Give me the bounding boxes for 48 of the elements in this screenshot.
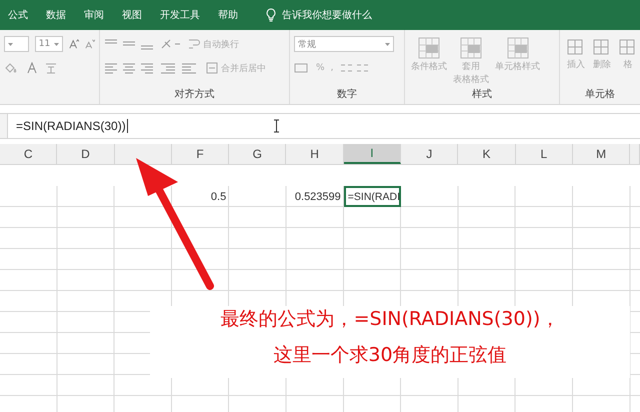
column-header[interactable]: F (172, 144, 230, 164)
group-label: 样式 (471, 88, 493, 101)
number-format-dropdown[interactable]: 常规 (294, 36, 394, 52)
font-size-dropdown[interactable]: 11 (34, 36, 63, 52)
table-style-icon (459, 36, 483, 60)
column-header[interactable]: D (57, 144, 115, 164)
ribbon-tab[interactable]: 审阅 (78, 3, 116, 27)
phonetic-icon[interactable] (44, 62, 58, 74)
text-cursor-icon (273, 119, 280, 133)
annotation-text: 这里一个求30角度的正弦值 (272, 343, 508, 368)
caret-icon (385, 42, 390, 46)
column-header[interactable]: C (0, 144, 58, 164)
grow-font-icon[interactable] (68, 38, 79, 50)
ribbon-tab[interactable]: 视图 (116, 3, 154, 27)
font-name-dropdown[interactable] (4, 36, 29, 52)
column-header[interactable]: L (516, 144, 573, 164)
tell-me-search[interactable]: 告诉我你想要做什么 (282, 8, 372, 22)
caret-icon (8, 42, 13, 46)
wrap-text-icon (188, 38, 200, 50)
ribbon-tab[interactable]: 开发工具 (154, 3, 212, 27)
column-header[interactable]: G (229, 144, 286, 164)
align-top-icon[interactable] (104, 38, 154, 50)
column-header[interactable]: K (458, 144, 516, 164)
group-label: 对齐方式 (174, 88, 216, 101)
group-label: 单元格 (584, 88, 616, 101)
lightbulb-icon (266, 8, 276, 22)
ribbon-tab[interactable]: 帮助 (212, 3, 250, 27)
column-header[interactable]: J (401, 144, 458, 164)
ribbon-tab[interactable]: 数据 (40, 3, 78, 27)
table-cell-text: 0.5 (210, 190, 228, 204)
annotation-text: 最终的公式为，=SIN(RADIANS(30))， (220, 307, 560, 332)
currency-icon[interactable] (294, 62, 310, 74)
caret-icon (54, 42, 59, 46)
merge-cells-icon (206, 62, 218, 74)
group-label: 数字 (336, 88, 358, 101)
formula-input[interactable]: =SIN(RADIANS(30)) (8, 114, 640, 138)
font-color-icon[interactable] (26, 62, 38, 74)
table-cell-text: 0.523599 (294, 190, 342, 204)
decimal-icon[interactable] (339, 62, 370, 74)
column-header[interactable]: I (344, 144, 402, 164)
align-left-icon[interactable] (104, 62, 154, 74)
orientation-icon[interactable] (160, 38, 182, 50)
ribbon-tab[interactable]: 公式 (2, 3, 40, 27)
active-cell[interactable]: =SIN(RADI (344, 186, 402, 207)
table-style-icon (506, 36, 530, 60)
shrink-font-icon[interactable] (84, 38, 96, 50)
table-style-icon (417, 36, 441, 60)
column-header[interactable]: M (572, 144, 630, 164)
